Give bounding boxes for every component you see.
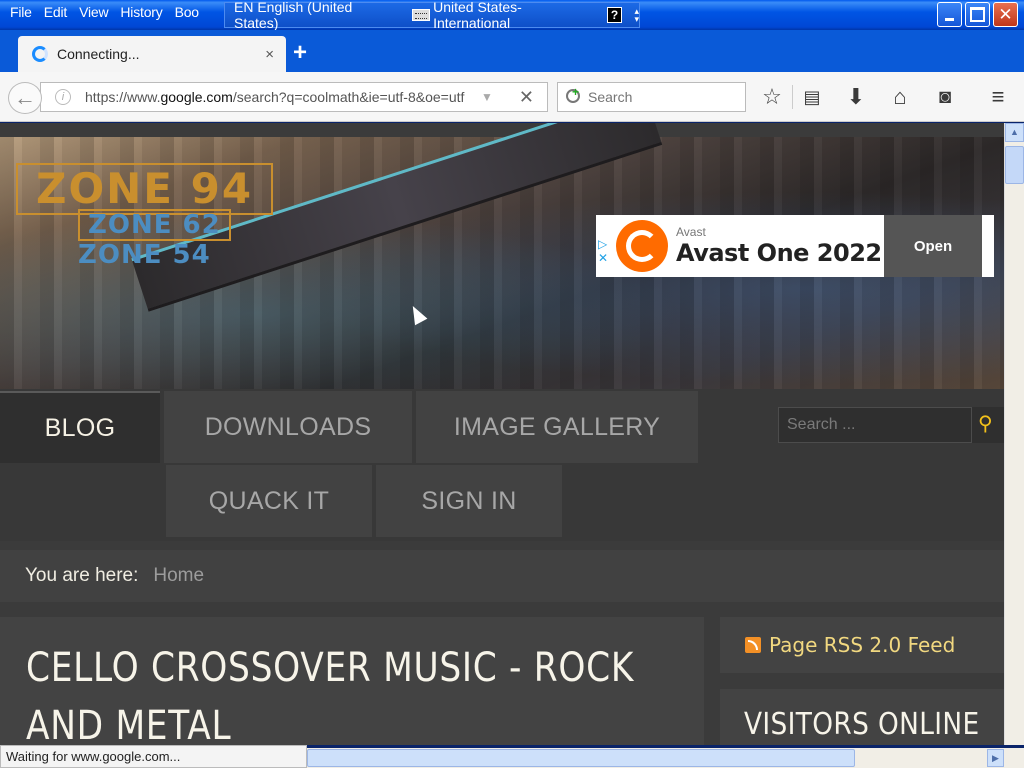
url-bar[interactable]: i https://www.google.com/search?q=coolma…	[40, 82, 548, 112]
downloads-icon[interactable]: ⬇	[844, 86, 868, 108]
article-title[interactable]: CELLO CROSSOVER MUSIC - ROCK AND METAL	[26, 639, 680, 745]
help-icon[interactable]: ?	[606, 7, 623, 23]
loading-spinner-icon	[32, 46, 48, 62]
nav-image-gallery[interactable]: IMAGE GALLERY	[416, 391, 698, 463]
ad-open-button[interactable]: Open	[884, 215, 982, 277]
visitors-online-module: VISITORS ONLINE	[720, 689, 1004, 745]
search-engine-icon[interactable]	[566, 85, 582, 105]
langbar-options-icon[interactable]: ▴ ▾	[634, 7, 639, 24]
adchoices-icon[interactable]: ▷ ✕	[598, 237, 608, 265]
bookmarks-menu-icon[interactable]: ▤	[800, 86, 824, 108]
site-search-input[interactable]: Search ...	[778, 407, 972, 443]
site-info-icon[interactable]: i	[55, 89, 71, 105]
scroll-up-icon[interactable]: ▲	[1005, 123, 1024, 142]
stop-loading-icon[interactable]: ✕	[519, 87, 534, 108]
scroll-right-icon[interactable]: ▶	[987, 749, 1004, 767]
menu-history[interactable]: History	[114, 4, 168, 20]
home-icon[interactable]: ⌂	[888, 86, 912, 108]
logo-sub-text-1: ZONE 62	[78, 209, 231, 241]
web-page: ZONE 94 ZONE 62 ZONE 54 ▷ ✕ Avast Avast O…	[0, 123, 1004, 745]
menu-edit[interactable]: Edit	[38, 4, 73, 20]
search-bar[interactable]	[557, 82, 746, 112]
logo-sub-text-2: ZONE 54	[78, 240, 211, 270]
menu-view[interactable]: View	[73, 4, 114, 20]
nav-quack-it[interactable]: QUACK IT	[166, 465, 372, 537]
bookmark-star-icon[interactable]: ☆	[760, 86, 784, 108]
nav-blog[interactable]: BLOG	[0, 391, 160, 463]
logo-main-text: ZONE 94	[16, 163, 274, 215]
window-title-bar: File Edit View History Boo EN English (U…	[0, 0, 1024, 31]
search-input[interactable]	[588, 89, 738, 105]
article-box: CELLO CROSSOVER MUSIC - ROCK AND METAL	[0, 617, 704, 745]
close-icon: ✕	[998, 5, 1013, 24]
tab-title: Connecting...	[57, 46, 140, 62]
visitors-online-heading: VISITORS ONLINE	[744, 707, 980, 742]
ad-brand: Avast	[676, 225, 706, 239]
search-icon: ⚲	[978, 413, 993, 435]
horizontal-scrollbar[interactable]: ▶	[307, 748, 1004, 768]
language-bar[interactable]: EN English (United States) United States…	[224, 0, 640, 31]
site-logo[interactable]: ZONE 94 ZONE 62 ZONE 54	[16, 163, 274, 270]
new-tab-button[interactable]: +	[293, 41, 307, 65]
status-bar: Waiting for www.google.com...	[0, 745, 307, 768]
scrollbar-corner	[1004, 748, 1024, 768]
pocket-icon[interactable]: ◙	[933, 86, 957, 108]
minimize-button[interactable]	[937, 2, 962, 27]
browser-tab[interactable]: Connecting... ×	[18, 36, 286, 72]
vertical-scrollbar[interactable]: ▲	[1004, 123, 1024, 745]
advertisement[interactable]: ▷ ✕ Avast Avast One 2022 Open	[596, 215, 994, 277]
breadcrumb-label: You are here:	[25, 565, 139, 586]
back-arrow-icon: ←	[14, 85, 36, 110]
menu-bookmarks[interactable]: Boo	[169, 4, 205, 20]
menu-file[interactable]: File	[4, 4, 38, 20]
vertical-scroll-thumb[interactable]	[1005, 146, 1024, 184]
url-dropdown-icon[interactable]: ▼	[481, 90, 493, 104]
rss-feed-module[interactable]: Page RSS 2.0 Feed	[720, 617, 1004, 673]
back-button[interactable]: ←	[8, 82, 42, 114]
breadcrumb-home-link[interactable]: Home	[153, 565, 204, 587]
keyboard-layout[interactable]: United States-International	[433, 0, 597, 31]
menu-bar: File Edit View History Boo	[4, 4, 205, 20]
site-search-button[interactable]: ⚲	[972, 407, 1004, 443]
site-header-banner: ZONE 94 ZONE 62 ZONE 54 ▷ ✕ Avast Avast O…	[0, 137, 1004, 389]
site-nav: BLOG DOWNLOADS IMAGE GALLERY QUACK IT SI…	[0, 389, 1004, 541]
rss-icon	[745, 637, 761, 653]
close-window-button[interactable]: ✕	[993, 2, 1018, 27]
language-indicator[interactable]: EN English (United States)	[234, 0, 398, 31]
rss-feed-link[interactable]: Page RSS 2.0 Feed	[769, 633, 955, 657]
hamburger-menu-icon[interactable]: ≡	[986, 86, 1010, 108]
keyboard-icon	[412, 9, 431, 21]
nav-sign-in[interactable]: SIGN IN	[376, 465, 562, 537]
horizontal-scroll-thumb[interactable]	[307, 749, 855, 767]
maximize-button[interactable]	[965, 2, 990, 27]
tab-close-icon[interactable]: ×	[265, 46, 274, 63]
avast-logo-icon	[616, 220, 668, 272]
url-text[interactable]: https://www.google.com/search?q=coolmath…	[85, 89, 473, 105]
breadcrumb: You are here: Home	[0, 550, 1004, 602]
nav-toolbar: i https://www.google.com/search?q=coolma…	[0, 72, 1024, 122]
toolbar-divider	[792, 85, 793, 109]
tab-strip: Connecting... × +	[0, 30, 1024, 72]
nav-downloads[interactable]: DOWNLOADS	[164, 391, 412, 463]
ad-title: Avast One 2022	[676, 239, 882, 267]
